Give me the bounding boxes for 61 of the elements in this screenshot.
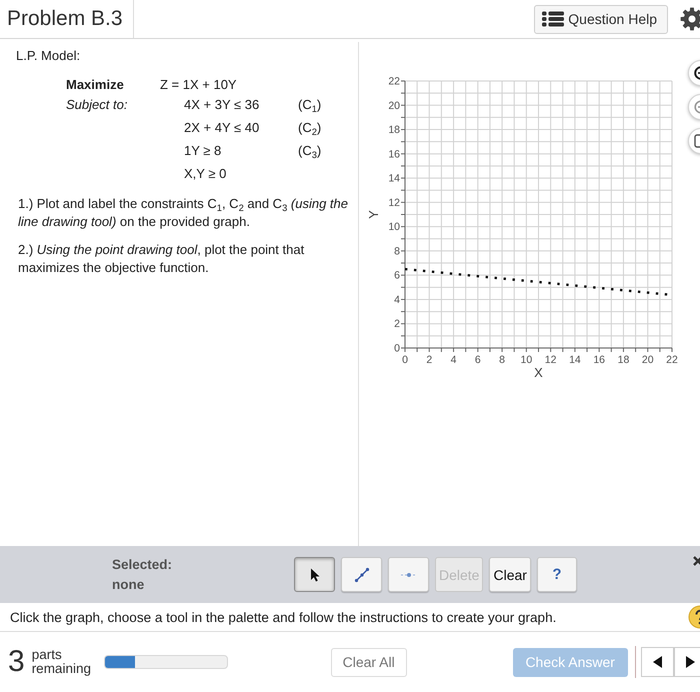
axis-label: Y <box>366 210 381 219</box>
instruction-text: 2.) Using the point drawing tool, plot the point that maximizes the objective function. <box>18 241 306 277</box>
constraint-label: (C$_{1}$) <box>298 96 322 116</box>
tick-label: 18 <box>388 124 400 136</box>
tick-label: 6 <box>394 270 400 282</box>
tick-label: 22 <box>666 354 678 366</box>
axis-label: X <box>534 365 543 380</box>
tick-label: 12 <box>388 196 400 209</box>
left-triangle-icon <box>652 656 662 668</box>
tick-label: 2 <box>426 354 432 366</box>
line-tool-button[interactable] <box>341 557 382 592</box>
tick-label: 2 <box>394 318 400 330</box>
instruction-text: Click the graph, choose a tool in the palette and follow the instructions to create your graph. <box>10 610 556 624</box>
constraint-label: (C$_{2}$) <box>298 119 322 139</box>
instruction-text: 1.) Plot and label the constraints C$_{1}$, C$_{2}$ and C$_{3}$ (using the line drawing tool) on the provided graph. <box>18 195 349 231</box>
selected-label: Selected: <box>112 556 174 574</box>
tick-label: 10 <box>520 354 532 366</box>
objective-label: Maximize <box>66 77 125 93</box>
tick-label: 16 <box>388 148 400 160</box>
parts-label: parts remaining <box>32 648 92 676</box>
tick-label: 20 <box>388 100 400 112</box>
tick-label: 6 <box>474 354 481 366</box>
selected-value: none <box>112 576 146 594</box>
line-segment-icon <box>354 566 370 582</box>
question-help-button[interactable]: Question Help <box>534 4 668 34</box>
objective-function: Z = 1X + 10Y <box>160 77 237 93</box>
constraint: X,Y ≥ 0 <box>184 165 228 183</box>
tick-label: 8 <box>394 245 400 258</box>
close-icon[interactable] <box>693 556 700 566</box>
clear-all-button[interactable]: Clear All <box>330 648 407 676</box>
tick-label: 4 <box>394 294 400 306</box>
point-icon <box>400 572 416 578</box>
parts-count: 3 <box>8 647 25 677</box>
constraint-label: (C$_{3}$) <box>298 142 322 162</box>
tick-label: 14 <box>388 172 400 185</box>
tick-label: 20 <box>642 354 654 366</box>
settings-icon[interactable] <box>680 7 700 31</box>
tick-label: 0 <box>402 354 408 366</box>
tick-label: 12 <box>544 354 556 366</box>
constraints-label: Subject to: <box>66 96 128 114</box>
constraint: 4X + 3Y ≤ 36 <box>184 96 260 114</box>
right-triangle-icon <box>686 656 695 668</box>
previous-button[interactable] <box>640 647 674 677</box>
tick-label: 8 <box>499 354 506 366</box>
constraint: 1Y ≥ 8 <box>184 142 222 160</box>
section-heading: L.P. Model: <box>16 48 82 64</box>
problem-title: Problem B.3 <box>0 0 134 38</box>
constraint: 2X + 4Y ≤ 40 <box>184 119 260 137</box>
tick-label: 16 <box>593 354 606 366</box>
tick-label: 22 <box>388 76 400 88</box>
tick-label: 0 <box>394 342 400 354</box>
cursor-icon <box>310 568 320 582</box>
tick-label: 14 <box>569 354 581 366</box>
next-button[interactable] <box>674 647 700 677</box>
tick-label: 4 <box>450 354 456 366</box>
pointer-tool-button[interactable] <box>294 557 335 592</box>
list-icon <box>542 11 564 27</box>
help-button[interactable]: ? <box>536 557 577 592</box>
clear-button[interactable]: Clear <box>489 557 531 592</box>
tick-label: 18 <box>618 354 630 366</box>
tick-label: 10 <box>388 221 400 234</box>
